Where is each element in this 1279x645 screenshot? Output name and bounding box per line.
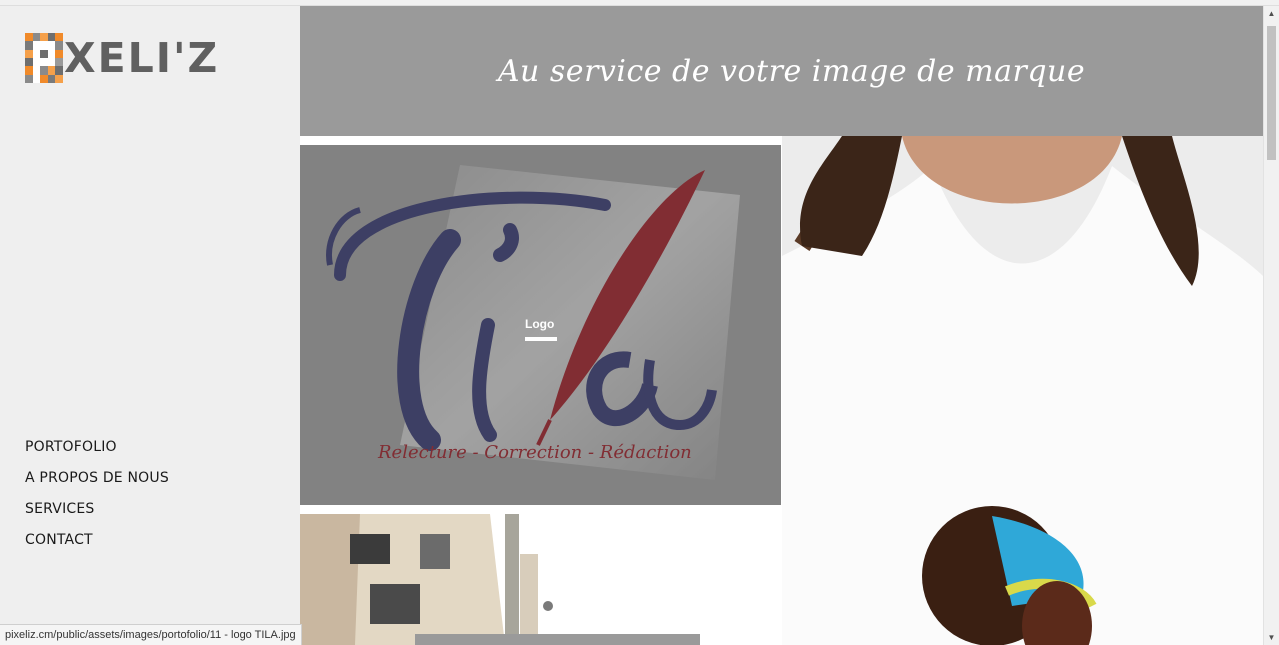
tile-label-underline: [525, 337, 557, 341]
nav-item-a-propos[interactable]: A PROPOS DE NOUS: [25, 463, 169, 494]
portfolio-tile-tila-logo[interactable]: Relecture - Correction - Rédaction Logo: [300, 145, 781, 505]
banner-tagline: Au service de votre image de marque: [497, 53, 1086, 89]
portfolio-tile-tshirt[interactable]: [782, 136, 1263, 645]
tshirt-photo: [782, 136, 1263, 645]
main-nav: PORTOFOLIO A PROPOS DE NOUS SERVICES CON…: [25, 432, 169, 556]
pixel-mosaic-icon: [25, 33, 63, 83]
nav-item-contact[interactable]: CONTACT: [25, 525, 169, 556]
nav-item-services[interactable]: SERVICES: [25, 494, 169, 525]
brand-logo[interactable]: XELI'Z: [25, 30, 219, 86]
main-content: Au service de votre image de marque Rele…: [300, 6, 1263, 645]
hero-banner: Au service de votre image de marque: [300, 6, 1263, 136]
link-status-bar: pixeliz.cm/public/assets/images/portofol…: [0, 624, 302, 645]
sidebar: XELI'Z PORTOFOLIO A PROPOS DE NOUS SERVI…: [0, 6, 300, 645]
portfolio-tile-street[interactable]: [300, 514, 781, 645]
page-scrollbar[interactable]: ▲ ▼: [1263, 6, 1279, 645]
nav-item-portofolio[interactable]: PORTOFOLIO: [25, 432, 169, 463]
scroll-down-icon[interactable]: ▼: [1264, 630, 1279, 645]
tile-category-label: Logo: [525, 317, 555, 331]
scroll-up-icon[interactable]: ▲: [1264, 6, 1279, 21]
logo-wordmark: XELI'Z: [64, 34, 220, 82]
scroll-thumb[interactable]: [1267, 26, 1276, 160]
street-photo: [300, 514, 781, 645]
